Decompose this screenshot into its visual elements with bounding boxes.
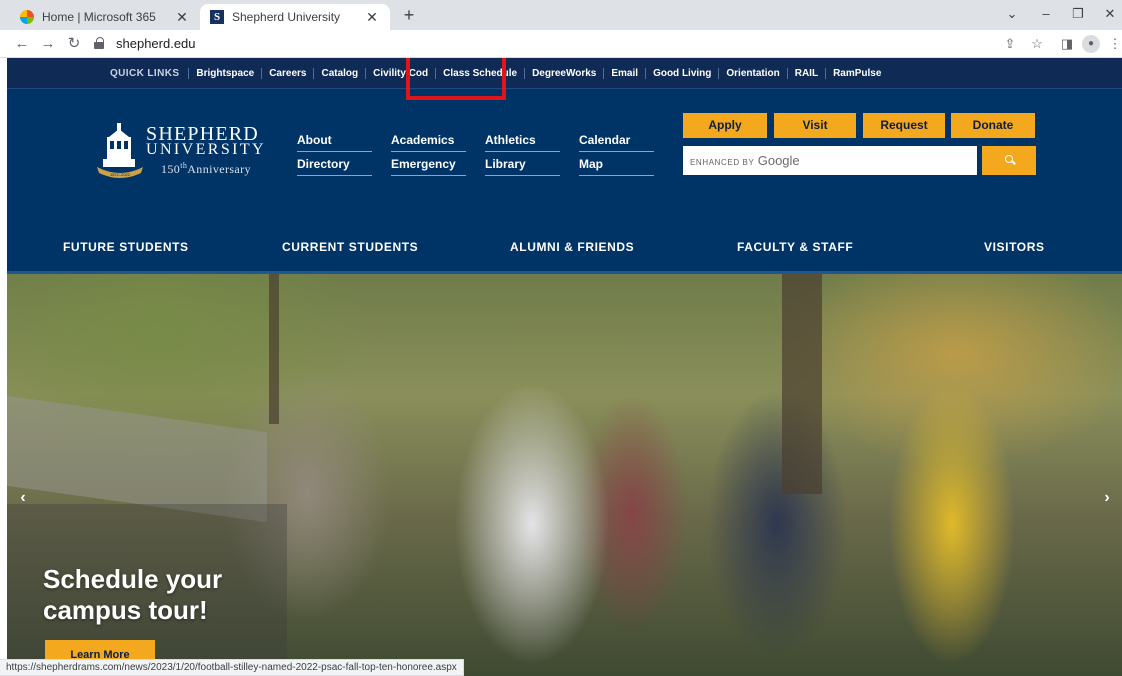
- nav-academics[interactable]: Academics: [391, 133, 466, 152]
- apply-button[interactable]: Apply: [683, 113, 767, 138]
- close-window-icon[interactable]: ✕: [1098, 4, 1122, 24]
- search-button[interactable]: [982, 146, 1036, 175]
- site-header: 1872–2022 SHEPHERD UNIVERSITY 150thAnniv…: [7, 89, 1122, 271]
- minimize-icon[interactable]: –: [1034, 4, 1058, 24]
- back-icon[interactable]: ←: [12, 34, 32, 54]
- tab-shepherd-university[interactable]: S Shepherd University ✕: [200, 4, 390, 30]
- quick-link-degreeworks[interactable]: DegreeWorks: [524, 68, 603, 79]
- tree-trunk: [269, 274, 279, 424]
- quick-link-class-schedule[interactable]: Class Schedule: [435, 68, 524, 79]
- hero-title: Schedule your campus tour!: [43, 564, 303, 626]
- address-bar-row: ← → ↻ shepherd.edu ⇪ ☆ ◨ ● ⋮: [0, 30, 1122, 58]
- bookmark-star-icon[interactable]: ☆: [1028, 35, 1046, 53]
- nav-directory[interactable]: Directory: [297, 157, 372, 176]
- menu-kebab-icon[interactable]: ⋮: [1106, 35, 1122, 53]
- anniversary-word: Anniversary: [187, 162, 251, 176]
- seal-years: 1872–2022: [110, 172, 131, 177]
- shepherd-website: QUICK LINKS Brightspace Careers Catalog …: [7, 58, 1122, 676]
- hero-carousel[interactable]: Schedule your campus tour! Learn More ‹ …: [7, 271, 1122, 676]
- quick-link-catalog[interactable]: Catalog: [313, 68, 365, 79]
- nav-library[interactable]: Library: [485, 157, 560, 176]
- side-panel-icon[interactable]: ◨: [1058, 35, 1076, 53]
- tab-search-icon[interactable]: ⌄: [1000, 4, 1024, 24]
- logo-name-line2: UNIVERSITY: [146, 141, 266, 158]
- nav-faculty-staff[interactable]: FACULTY & STAFF: [737, 240, 853, 254]
- search-prefix: ENHANCED BY: [690, 158, 755, 167]
- nav-visitors[interactable]: VISITORS: [984, 240, 1045, 254]
- campus-building-icon: 1872–2022: [97, 123, 143, 178]
- quick-link-civility-code[interactable]: Civility Cod: [365, 68, 435, 79]
- share-icon[interactable]: ⇪: [1001, 35, 1019, 53]
- nav-map[interactable]: Map: [579, 157, 654, 176]
- university-logo[interactable]: 1872–2022 SHEPHERD UNIVERSITY 150thAnniv…: [95, 121, 270, 183]
- tab-title: Home | Microsoft 365: [42, 10, 156, 24]
- quick-link-email[interactable]: Email: [603, 68, 645, 79]
- close-tab-icon[interactable]: ✕: [174, 9, 190, 26]
- reload-icon[interactable]: ↻: [64, 34, 84, 54]
- quick-link-careers[interactable]: Careers: [261, 68, 313, 79]
- tab-microsoft-365[interactable]: Home | Microsoft 365 ✕: [10, 4, 200, 30]
- visit-button[interactable]: Visit: [774, 113, 856, 138]
- nav-current-students[interactable]: CURRENT STUDENTS: [282, 240, 418, 254]
- quick-links-bar: QUICK LINKS Brightspace Careers Catalog …: [7, 58, 1122, 89]
- browser-tab-bar: Home | Microsoft 365 ✕ S Shepherd Univer…: [0, 0, 1122, 30]
- hero-title-line2: campus tour!: [43, 595, 208, 625]
- nav-alumni-friends[interactable]: ALUMNI & FRIENDS: [510, 240, 634, 254]
- nav-future-students[interactable]: FUTURE STUDENTS: [63, 240, 189, 254]
- request-button[interactable]: Request: [863, 113, 945, 138]
- nav-athletics[interactable]: Athletics: [485, 133, 560, 152]
- nav-about[interactable]: About: [297, 133, 372, 152]
- quick-links-title: QUICK LINKS: [110, 68, 180, 79]
- anniversary-number: 150: [161, 162, 181, 176]
- shepherd-favicon: S: [210, 10, 224, 24]
- profile-avatar-icon[interactable]: ●: [1082, 35, 1100, 53]
- quick-link-brightspace[interactable]: Brightspace: [188, 68, 261, 79]
- nav-calendar[interactable]: Calendar: [579, 133, 654, 152]
- url-field[interactable]: shepherd.edu: [116, 36, 196, 51]
- restore-icon[interactable]: ❐: [1066, 4, 1090, 24]
- donate-button[interactable]: Donate: [951, 113, 1035, 138]
- forward-icon[interactable]: →: [38, 34, 58, 54]
- logo-anniversary: 150thAnniversary: [161, 161, 251, 177]
- carousel-prev-icon[interactable]: ‹: [13, 489, 33, 507]
- quick-link-orientation[interactable]: Orientation: [718, 68, 786, 79]
- tree-trunk: [782, 274, 822, 494]
- search-icon: [1005, 155, 1013, 163]
- search-placeholder: ENHANCED BY Google: [690, 153, 800, 168]
- microsoft-365-icon: [20, 10, 34, 24]
- google-brand: Google: [757, 153, 800, 168]
- quick-link-rampulse[interactable]: RamPulse: [825, 68, 888, 79]
- hero-title-line1: Schedule your: [43, 564, 223, 594]
- carousel-next-icon[interactable]: ›: [1097, 489, 1117, 507]
- nav-emergency[interactable]: Emergency: [391, 157, 466, 176]
- search-input[interactable]: ENHANCED BY Google: [683, 146, 977, 175]
- quick-link-rail[interactable]: RAIL: [786, 68, 825, 79]
- status-bar-url: https://shepherdrams.com/news/2023/1/20/…: [0, 659, 464, 676]
- lock-icon[interactable]: [94, 37, 104, 49]
- tab-title: Shepherd University: [232, 10, 341, 24]
- quick-link-good-living[interactable]: Good Living: [645, 68, 718, 79]
- new-tab-icon[interactable]: +: [398, 4, 420, 26]
- close-tab-icon[interactable]: ✕: [364, 9, 380, 26]
